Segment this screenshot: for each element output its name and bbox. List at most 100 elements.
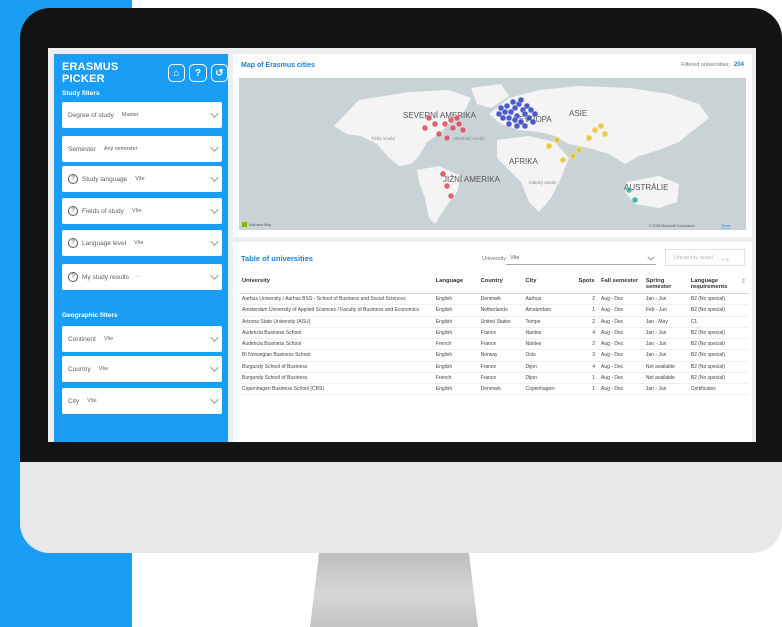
university-detail-button[interactable]: University detail →	[665, 249, 745, 266]
home-button[interactable]: ⌂	[167, 64, 186, 82]
column-header[interactable]: Spring semester	[642, 276, 688, 294]
university-marker[interactable]	[425, 114, 433, 122]
university-marker[interactable]	[625, 186, 633, 194]
help-circle-icon[interactable]: ?	[68, 206, 78, 216]
university-marker[interactable]	[531, 110, 539, 118]
table-cell: Nantes	[522, 338, 576, 351]
table-row[interactable]: BI Norwegian Business School English Norwa…	[239, 349, 749, 362]
university-marker[interactable]	[601, 130, 609, 138]
table-cell: Amsterdam University of Applied Sciences…	[239, 304, 433, 317]
table-row[interactable]: Audencia Business School French France Nant…	[239, 338, 749, 351]
column-header[interactable]: City	[522, 276, 576, 294]
study-results-filter[interactable]: ? My study results -	[62, 264, 222, 290]
table-row[interactable]: Arizona State University (ASU) English Uni…	[239, 316, 749, 328]
university-marker[interactable]	[453, 114, 461, 122]
country-filter[interactable]: Country Vše	[62, 356, 222, 382]
sort-indicator-icon[interactable]: ⇕	[741, 278, 746, 285]
help-circle-icon[interactable]: ?	[68, 272, 78, 282]
column-header[interactable]: Spots	[575, 276, 599, 294]
chevron-down-icon	[210, 143, 219, 152]
table-cell: English	[432, 361, 478, 373]
university-marker[interactable]	[521, 122, 529, 130]
table-row[interactable]: Audencia Business School English France Nan…	[239, 327, 749, 340]
university-marker[interactable]	[497, 104, 505, 112]
column-header[interactable]: Fall semester	[598, 276, 643, 294]
world-map[interactable]: SEVERNÍ AMERIKA Tichý oceán Atlantský oc…	[239, 78, 746, 230]
table-cell: Jan - May	[642, 316, 688, 328]
monitor: ERASMUS PICKER ⌂ ? ↺ Study filters Degre…	[20, 8, 782, 553]
table-row[interactable]: Burgundy School of Business French France D…	[239, 372, 749, 385]
table-cell: Burgundy School of Business	[239, 372, 433, 385]
table-cell: B2 (No special)	[687, 349, 749, 362]
table-row[interactable]: Copenhagen Business School (CBS) English D…	[239, 383, 749, 396]
university-marker[interactable]	[443, 182, 451, 190]
map-terms-link[interactable]: Terms	[721, 224, 731, 228]
university-marker[interactable]	[441, 120, 449, 128]
study-language-label: Study language	[82, 175, 128, 183]
app-screen: ERASMUS PICKER ⌂ ? ↺ Study filters Degre…	[48, 48, 756, 442]
university-marker[interactable]	[553, 136, 561, 144]
app-title: ERASMUS PICKER	[62, 61, 119, 85]
column-header[interactable]: Country	[477, 276, 523, 294]
column-header[interactable]: Language	[432, 276, 478, 294]
table-row[interactable]: Burgundy School of Business English France…	[239, 361, 749, 373]
university-marker[interactable]	[455, 120, 463, 128]
continent-filter[interactable]: Continent Vše	[62, 326, 222, 352]
table-cell: Aug - Dec	[598, 316, 643, 328]
filtered-label: Filtered universities:	[681, 62, 730, 68]
column-header[interactable]: University	[239, 276, 433, 294]
university-marker[interactable]	[631, 196, 639, 204]
table-row[interactable]: Amsterdam University of Applied Sciences…	[239, 304, 749, 317]
label-indian-ocean: Indický oceán	[529, 180, 557, 185]
table-cell: France	[477, 327, 523, 340]
university-marker[interactable]	[517, 96, 525, 104]
university-marker[interactable]	[559, 156, 567, 164]
university-marker[interactable]	[591, 126, 599, 134]
university-marker[interactable]	[447, 192, 455, 200]
university-marker[interactable]	[505, 120, 513, 128]
bing-logo-icon	[242, 222, 247, 227]
university-marker[interactable]	[509, 98, 517, 106]
university-marker[interactable]	[575, 146, 583, 154]
city-filter[interactable]: City Vše	[62, 388, 222, 414]
fields-of-study-filter[interactable]: ? Fields of study Vše	[62, 198, 222, 224]
university-marker[interactable]	[597, 122, 605, 130]
chevron-down-icon	[210, 395, 219, 404]
table-cell: France	[477, 372, 523, 385]
university-marker[interactable]	[529, 118, 537, 126]
university-marker[interactable]	[431, 120, 439, 128]
table-cell: Aug - Dec	[598, 361, 643, 373]
help-circle-icon[interactable]: ?	[68, 238, 78, 248]
university-marker[interactable]	[435, 130, 443, 138]
university-marker[interactable]	[443, 134, 451, 142]
university-marker[interactable]	[495, 110, 503, 118]
university-marker[interactable]	[569, 152, 577, 160]
language-level-filter[interactable]: ? Language level Vše	[62, 230, 222, 256]
column-header[interactable]: Language requirements	[687, 276, 749, 294]
university-marker[interactable]	[421, 124, 429, 132]
study-language-filter[interactable]: ? Study language Vše	[62, 166, 222, 192]
help-circle-icon[interactable]: ?	[68, 174, 78, 184]
university-marker[interactable]	[511, 116, 519, 124]
reset-filters-button[interactable]: ↺	[210, 64, 228, 82]
university-marker[interactable]	[449, 124, 457, 132]
help-button[interactable]: ?	[189, 64, 207, 82]
degree-filter[interactable]: Degree of study Master	[62, 102, 222, 128]
table-cell: Aarhus	[522, 293, 576, 306]
university-marker[interactable]	[459, 126, 467, 134]
university-marker[interactable]	[545, 142, 553, 150]
universities-table: University Language Country City Spots Fall s…	[239, 276, 749, 396]
university-marker[interactable]	[585, 134, 593, 142]
university-marker[interactable]	[505, 114, 513, 122]
table-row[interactable]: Aarhus University / Aarhus BSS - School …	[239, 293, 749, 306]
semester-filter[interactable]: Semester Any semester	[62, 136, 222, 162]
university-marker[interactable]	[513, 122, 521, 130]
table-cell: B2 (No special)	[687, 338, 749, 351]
university-detail-label: University detail	[674, 254, 713, 261]
university-marker[interactable]	[503, 102, 511, 110]
university-select[interactable]: Vše	[506, 252, 656, 265]
university-marker[interactable]	[439, 170, 447, 178]
university-marker[interactable]	[447, 116, 455, 124]
table-cell: B2 (No special)	[687, 293, 749, 306]
study-language-value: Vše	[135, 176, 145, 182]
